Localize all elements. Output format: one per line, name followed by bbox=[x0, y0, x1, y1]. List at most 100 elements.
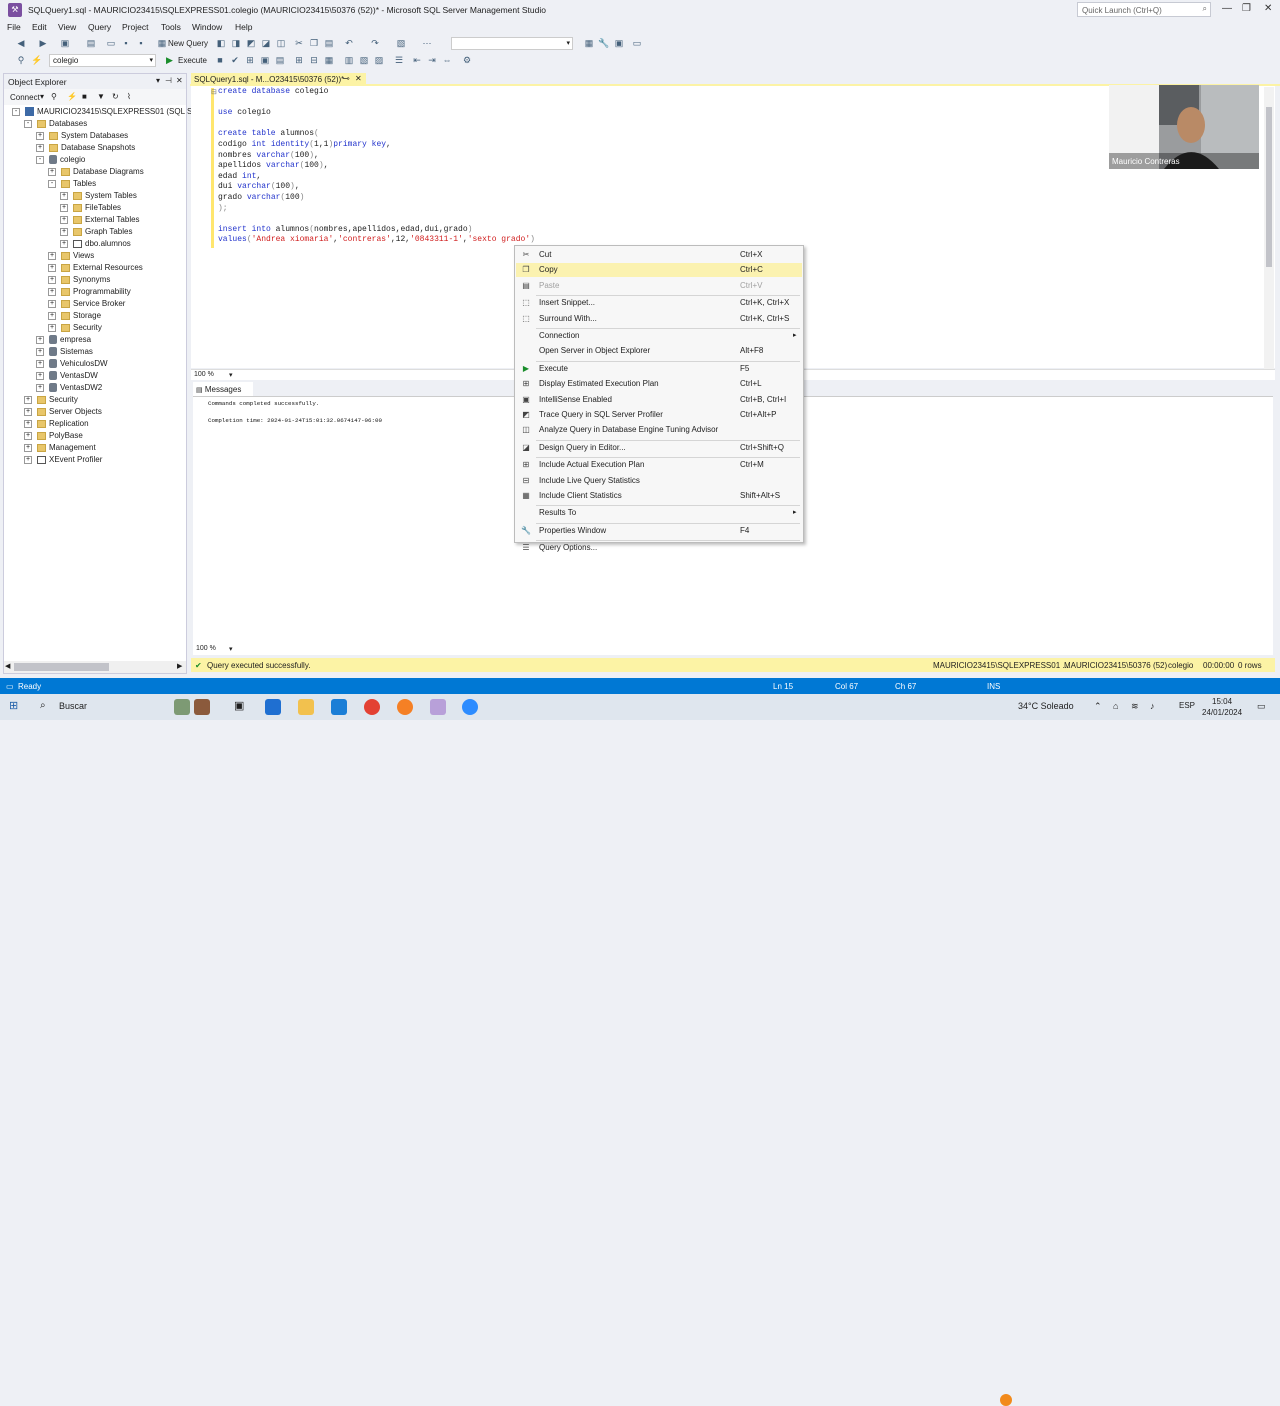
expand-node-icon[interactable]: + bbox=[48, 311, 56, 320]
minimize-button[interactable]: — bbox=[1222, 3, 1232, 14]
tree-node[interactable]: + Replication bbox=[24, 418, 89, 430]
open-icon[interactable]: ▭ bbox=[104, 36, 118, 50]
close-button[interactable]: ✕ bbox=[1264, 3, 1272, 14]
context-menu-item-properties-window[interactable]: 🔧 Properties Window F4 bbox=[516, 524, 802, 538]
outdent-icon[interactable]: ⇥ bbox=[425, 53, 439, 67]
toolbar-options-icon[interactable]: ⚙ bbox=[460, 53, 474, 67]
tree-node[interactable]: + Security bbox=[48, 322, 102, 334]
menu-window[interactable]: Window bbox=[192, 22, 222, 32]
context-menu-item-intellisense-enabled[interactable]: ▣ IntelliSense Enabled Ctrl+B, Ctrl+I bbox=[516, 393, 802, 407]
tree-node[interactable]: - Databases bbox=[24, 118, 87, 130]
expand-node-icon[interactable]: + bbox=[60, 239, 68, 248]
context-menu-item-execute[interactable]: ▶ Execute F5 bbox=[516, 362, 802, 376]
menu-project[interactable]: Project bbox=[122, 22, 148, 32]
tree-node[interactable]: + External Resources bbox=[48, 262, 143, 274]
expand-node-icon[interactable]: + bbox=[24, 431, 32, 440]
change-connection-icon[interactable]: ⚡ bbox=[30, 53, 44, 67]
close-tab-icon[interactable]: ✕ bbox=[355, 74, 362, 83]
tree-node[interactable]: - colegio bbox=[36, 154, 85, 166]
tree-node[interactable]: + System Databases bbox=[36, 130, 128, 142]
results-zoom[interactable]: 100 % bbox=[196, 645, 216, 652]
context-menu-item-trace-query-in-sql-server-profiler[interactable]: ◩ Trace Query in SQL Server Profiler Ctrl+… bbox=[516, 408, 802, 422]
editor-zoom[interactable]: 100 % bbox=[194, 371, 214, 378]
scroll-thumb[interactable] bbox=[1266, 107, 1272, 267]
store-icon[interactable] bbox=[265, 699, 281, 715]
tree-node[interactable]: - Tables bbox=[48, 178, 96, 190]
refresh-icon[interactable]: ↻ bbox=[112, 92, 119, 101]
properties-icon[interactable]: ▦ bbox=[582, 36, 596, 50]
tree-node[interactable]: + Sistemas bbox=[36, 346, 93, 358]
disconnect-icon[interactable]: ⚡ bbox=[67, 92, 77, 101]
language-indicator[interactable]: ESP bbox=[1179, 701, 1195, 710]
task-view-icon[interactable]: ▣ bbox=[234, 699, 244, 712]
tree-node[interactable]: + Graph Tables bbox=[60, 226, 132, 238]
scroll-left-icon[interactable]: ◀ bbox=[5, 662, 10, 670]
windows-start-icon[interactable]: ⊞ bbox=[9, 699, 18, 712]
context-menu-item-query-options[interactable]: ☰ Query Options... bbox=[516, 541, 802, 555]
expand-node-icon[interactable]: + bbox=[48, 275, 56, 284]
database-combo[interactable]: colegio ▾ bbox=[49, 54, 156, 67]
query-mdx-icon[interactable]: ◨ bbox=[229, 36, 243, 50]
context-menu-item-include-actual-execution-plan[interactable]: ⊞ Include Actual Execution Plan Ctrl+M bbox=[516, 458, 802, 472]
scroll-right-icon[interactable]: ▶ bbox=[177, 662, 182, 670]
connect-icon[interactable]: ⚲ bbox=[14, 53, 28, 67]
tree-node[interactable]: + PolyBase bbox=[24, 430, 83, 442]
expand-node-icon[interactable]: + bbox=[60, 203, 68, 212]
paste-toolbar-icon[interactable]: ▤ bbox=[322, 36, 336, 50]
context-menu-item-include-live-query-statistics[interactable]: ⊟ Include Live Query Statistics bbox=[516, 474, 802, 488]
tree-node[interactable]: + Database Snapshots bbox=[36, 142, 135, 154]
new-query-icon[interactable]: ▦ bbox=[155, 36, 169, 50]
expand-node-icon[interactable]: + bbox=[24, 443, 32, 452]
tree-node[interactable]: + XEvent Profiler bbox=[24, 454, 102, 466]
query-designer-icon[interactable]: ▣ bbox=[258, 53, 272, 67]
pin-tab-icon[interactable]: ⊸ bbox=[343, 74, 350, 83]
undo-icon[interactable]: ↶ bbox=[342, 36, 356, 50]
new-query-button[interactable]: New Query bbox=[168, 39, 208, 48]
expand-node-icon[interactable]: + bbox=[60, 215, 68, 224]
clock-time[interactable]: 15:04 bbox=[1212, 697, 1232, 706]
tray-chevron-icon[interactable]: ⌃ bbox=[1094, 701, 1102, 712]
new-project-icon[interactable]: ▣ bbox=[58, 36, 72, 50]
chrome-icon[interactable] bbox=[364, 699, 380, 715]
expand-node-icon[interactable]: + bbox=[48, 251, 56, 260]
expand-node-icon[interactable]: + bbox=[36, 143, 44, 152]
tree-node[interactable]: + Database Diagrams bbox=[48, 166, 144, 178]
expand-node-icon[interactable]: + bbox=[36, 131, 44, 140]
object-explorer-hscroll[interactable]: ◀ ▶ bbox=[4, 661, 186, 673]
results-grid-icon[interactable]: ▥ bbox=[342, 53, 356, 67]
context-menu-item-results-to[interactable]: Results To ▸ bbox=[516, 506, 802, 520]
client-stats-toolbar-icon[interactable]: ▦ bbox=[322, 53, 336, 67]
forward-icon[interactable]: ▶ bbox=[36, 36, 50, 50]
estimated-plan-icon[interactable]: ⊞ bbox=[243, 53, 257, 67]
expand-node-icon[interactable]: + bbox=[36, 335, 44, 344]
save-all-icon[interactable]: ▪ bbox=[134, 36, 148, 50]
expand-node-icon[interactable]: + bbox=[24, 407, 32, 416]
tree-node[interactable]: + dbo.alumnos bbox=[60, 238, 131, 250]
stop-icon[interactable]: ■ bbox=[213, 53, 227, 67]
search-icon[interactable]: ⌕ bbox=[40, 700, 46, 711]
query-db-icon[interactable]: ◧ bbox=[214, 36, 228, 50]
menu-edit[interactable]: Edit bbox=[32, 22, 47, 32]
back-icon[interactable]: ◀ bbox=[14, 36, 28, 50]
chevron-down-icon[interactable]: ▾ bbox=[229, 371, 233, 379]
execute-play-icon[interactable]: ▶ bbox=[166, 55, 173, 66]
wrench-toolbar-icon[interactable]: 🔧 bbox=[597, 36, 611, 50]
query-das-icon[interactable]: ◫ bbox=[274, 36, 288, 50]
results-text-icon[interactable]: ▤ bbox=[273, 53, 287, 67]
maximize-button[interactable]: ❐ bbox=[1242, 3, 1251, 14]
parse-check-icon[interactable]: ✔ bbox=[228, 53, 242, 67]
collapse-node-icon[interactable]: - bbox=[12, 107, 20, 116]
ssms-taskbar-icon[interactable] bbox=[430, 699, 446, 715]
context-menu-item-design-query-in-editor[interactable]: ◪ Design Query in Editor... Ctrl+Shift+Q bbox=[516, 441, 802, 455]
cut-toolbar-icon[interactable]: ✂ bbox=[292, 36, 306, 50]
expand-node-icon[interactable]: + bbox=[48, 167, 56, 176]
expand-node-icon[interactable]: + bbox=[36, 347, 44, 356]
tab-messages[interactable]: ▤ Messages bbox=[193, 382, 253, 396]
azure-data-studio-icon[interactable] bbox=[331, 699, 347, 715]
activity-monitor-icon[interactable]: ▧ bbox=[394, 36, 408, 50]
results-file-icon[interactable]: ▧ bbox=[357, 53, 371, 67]
tree-node[interactable]: + Security bbox=[24, 394, 78, 406]
network-icon[interactable]: ⌂ bbox=[1113, 701, 1118, 711]
tree-node[interactable]: - MAURICIO23415\SQLEXPRESS01 (SQL Serve bbox=[12, 106, 208, 118]
menu-view[interactable]: View bbox=[58, 22, 76, 32]
